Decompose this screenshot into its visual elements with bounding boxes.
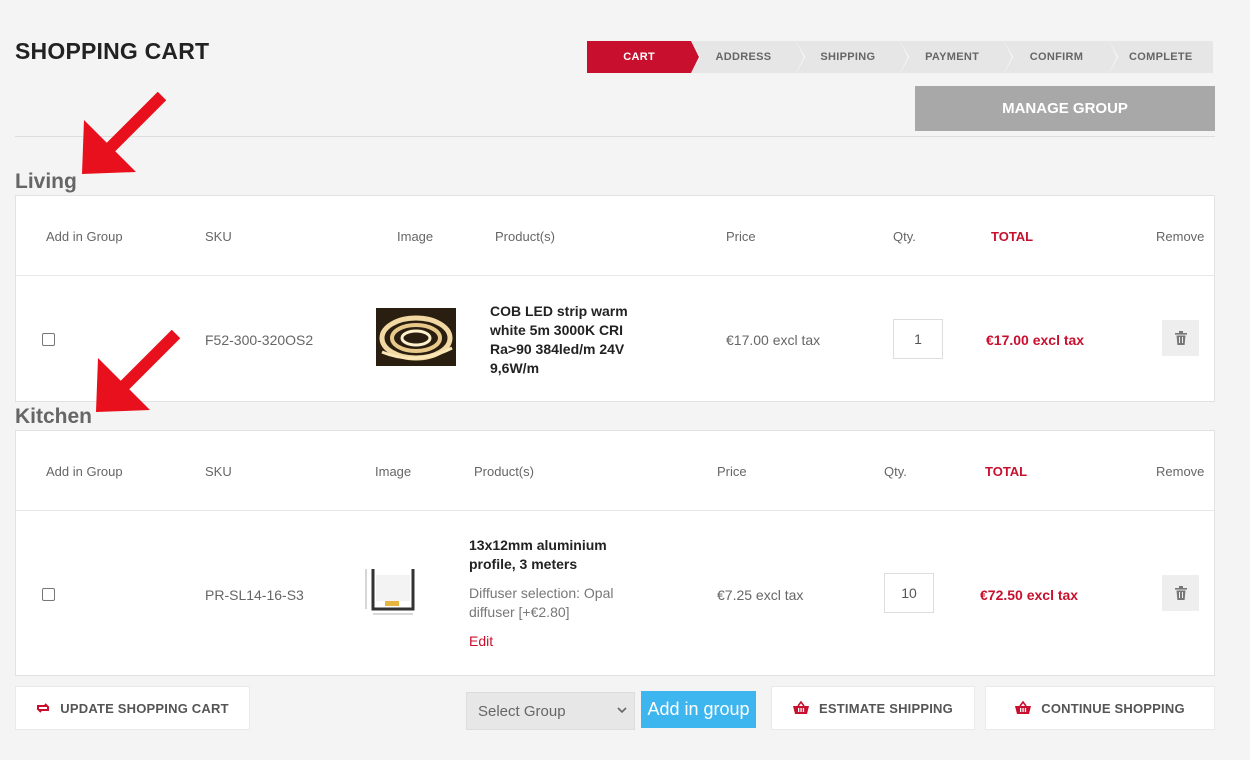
group-title-living: Living: [15, 170, 77, 193]
add-in-group-checkbox[interactable]: [42, 588, 55, 601]
led-strip-thumbnail[interactable]: [376, 308, 456, 366]
col-qty: Qty.: [893, 229, 916, 244]
col-remove: Remove: [1156, 464, 1205, 479]
aluminium-profile-thumbnail[interactable]: [363, 563, 423, 617]
sku-value: PR-SL14-16-S3: [205, 587, 304, 603]
manage-group-button[interactable]: MANAGE GROUP: [915, 86, 1215, 131]
group-title-kitchen: Kitchen: [15, 405, 93, 428]
col-total: TOTAL: [985, 464, 1028, 479]
product-name[interactable]: COB LED strip warm white 5m 3000K CRI Ra…: [490, 302, 628, 378]
chevron-down-icon: [617, 707, 627, 714]
col-total: TOTAL: [991, 229, 1034, 244]
header-divider: [15, 136, 1215, 137]
col-add-in-group: Add in Group: [46, 229, 123, 244]
add-in-group-checkbox[interactable]: [42, 333, 55, 346]
product-name[interactable]: 13x12mm aluminium profile, 3 meters: [469, 536, 607, 574]
annotation-arrow: [96, 329, 181, 412]
col-price: Price: [726, 229, 756, 244]
col-qty: Qty.: [884, 464, 907, 479]
trash-icon: [1174, 586, 1187, 600]
remove-button[interactable]: [1162, 320, 1199, 356]
step-cart[interactable]: CART: [587, 41, 700, 73]
quantity-input[interactable]: [893, 319, 943, 359]
trash-icon: [1174, 331, 1187, 345]
product-attributes: Diffuser selection: Opal diffuser [+€2.8…: [469, 585, 614, 620]
step-shipping[interactable]: SHIPPING: [795, 41, 909, 73]
update-cart-button[interactable]: UPDATE SHOPPING CART: [15, 686, 250, 730]
cart-table-living: Add in Group SKU Image Product(s) Price …: [15, 195, 1215, 402]
estimate-shipping-button[interactable]: ESTIMATE SHIPPING: [771, 686, 975, 730]
col-sku: SKU: [205, 229, 232, 244]
quantity-input[interactable]: [884, 573, 934, 613]
remove-button[interactable]: [1162, 575, 1199, 611]
unit-price: €7.25 excl tax: [717, 587, 804, 603]
refresh-icon: [36, 703, 50, 713]
col-image: Image: [375, 464, 412, 479]
line-total: €17.00 excl tax: [986, 332, 1085, 348]
line-total: €72.50 excl tax: [980, 587, 1079, 603]
step-complete[interactable]: COMPLETE: [1108, 41, 1213, 73]
cart-table-kitchen: Add in Group SKU Image Product(s) Price …: [15, 430, 1215, 676]
col-remove: Remove: [1156, 229, 1205, 244]
select-group-dropdown[interactable]: Select Group: [466, 692, 635, 730]
page-title: SHOPPING CART: [15, 38, 210, 64]
edit-link[interactable]: Edit: [469, 633, 493, 649]
row-divider: [16, 275, 1214, 276]
col-add-in-group: Add in Group: [46, 464, 123, 479]
basket-icon: [1015, 701, 1032, 714]
checkout-steps: CART ADDRESS SHIPPING PAYMENT CONFIRM CO…: [587, 41, 1213, 73]
basket-icon: [793, 701, 810, 714]
row-divider: [16, 510, 1214, 511]
annotation-arrow: [82, 91, 167, 174]
add-in-group-button[interactable]: Add in group: [641, 691, 756, 728]
sku-value: F52-300-320OS2: [205, 332, 314, 348]
col-sku: SKU: [205, 464, 232, 479]
step-payment[interactable]: PAYMENT: [899, 41, 1013, 73]
step-confirm[interactable]: CONFIRM: [1004, 41, 1117, 73]
col-price: Price: [717, 464, 747, 479]
col-products: Product(s): [474, 464, 534, 479]
col-products: Product(s): [495, 229, 555, 244]
col-image: Image: [397, 229, 434, 244]
unit-price: €17.00 excl tax: [726, 332, 821, 348]
step-address[interactable]: ADDRESS: [691, 41, 805, 73]
continue-shopping-button[interactable]: CONTINUE SHOPPING: [985, 686, 1215, 730]
